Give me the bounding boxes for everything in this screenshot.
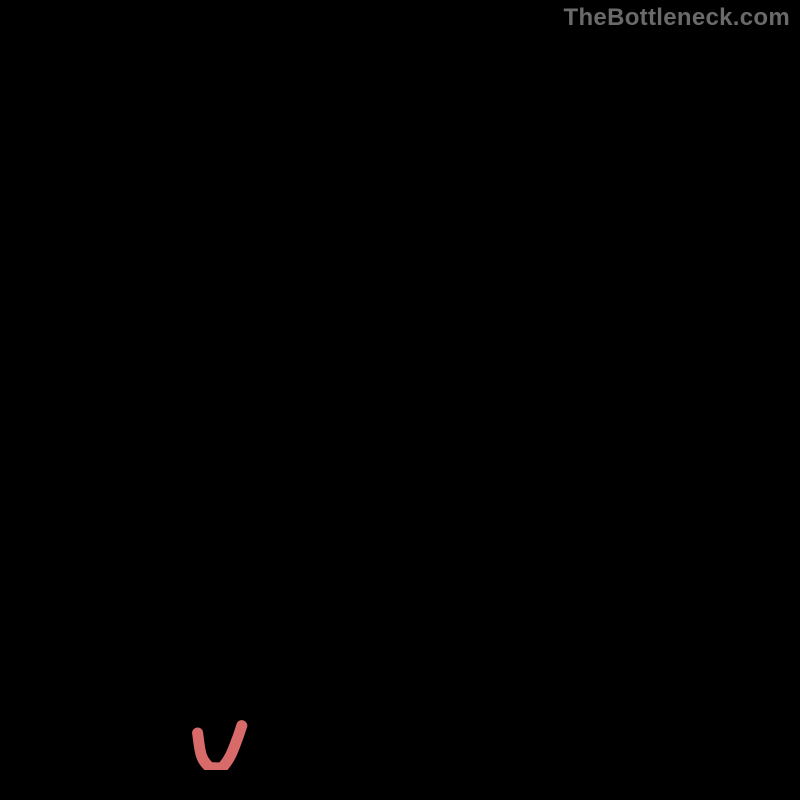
- watermark-text: TheBottleneck.com: [564, 4, 790, 32]
- chart-curves: [32, 30, 768, 770]
- curve-right-branch: [231, 141, 768, 770]
- curve-bottom-highlight: [198, 726, 242, 768]
- chart-plot-area: [32, 30, 768, 770]
- curve-left-branch: [32, 30, 209, 770]
- chart-frame: TheBottleneck.com: [0, 0, 800, 800]
